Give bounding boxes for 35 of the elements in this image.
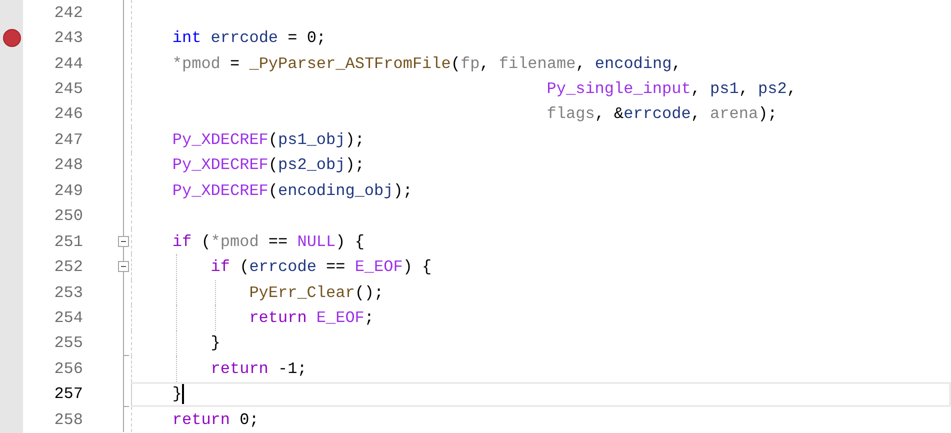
line-number: 242 (54, 4, 83, 21)
collapse-icon[interactable] (118, 261, 129, 272)
code-line: return 0; (172, 412, 259, 428)
line-number: 243 (54, 30, 83, 46)
text-cursor (182, 384, 184, 404)
line-number: 255 (54, 335, 83, 352)
code-line: *pmod = _PyParser_ASTFromFile(fp, filename, encoding, (172, 56, 682, 72)
line-number: 254 (54, 310, 83, 326)
line-number: 253 (54, 284, 83, 301)
line-number: 252 (54, 259, 83, 276)
line-number: 257 (54, 386, 83, 402)
line-number: 247 (54, 132, 83, 148)
line-number: 258 (54, 412, 83, 428)
line-number: 246 (54, 106, 83, 122)
line-number: 248 (54, 157, 83, 174)
line-number: 250 (54, 208, 83, 224)
line-number: 244 (54, 56, 83, 72)
code-line: if (*pmod == NULL) { (172, 234, 364, 250)
code-line: PyErr_Clear(); (249, 284, 384, 301)
line-number: 249 (54, 182, 83, 199)
code-line: int errcode = 0; (172, 30, 326, 46)
code-line: Py_XDECREF(ps2_obj); (172, 157, 364, 174)
code-line: } (172, 386, 182, 402)
line-number: 256 (54, 360, 83, 377)
code-line: if (errcode == E_EOF) { (210, 259, 432, 276)
code-line: flags, &errcode, arena); (546, 106, 778, 122)
line-number: 245 (54, 81, 83, 98)
code-line: Py_single_input, ps1, ps2, (546, 81, 796, 98)
code-line: return -1; (210, 360, 307, 377)
line-number: 251 (54, 234, 83, 250)
code-line: } (210, 335, 220, 352)
code-line: Py_XDECREF(ps1_obj); (172, 132, 364, 148)
collapse-icon[interactable] (118, 236, 129, 247)
code-line: return E_EOF; (249, 310, 374, 326)
code-line: Py_XDECREF(encoding_obj); (172, 182, 412, 199)
